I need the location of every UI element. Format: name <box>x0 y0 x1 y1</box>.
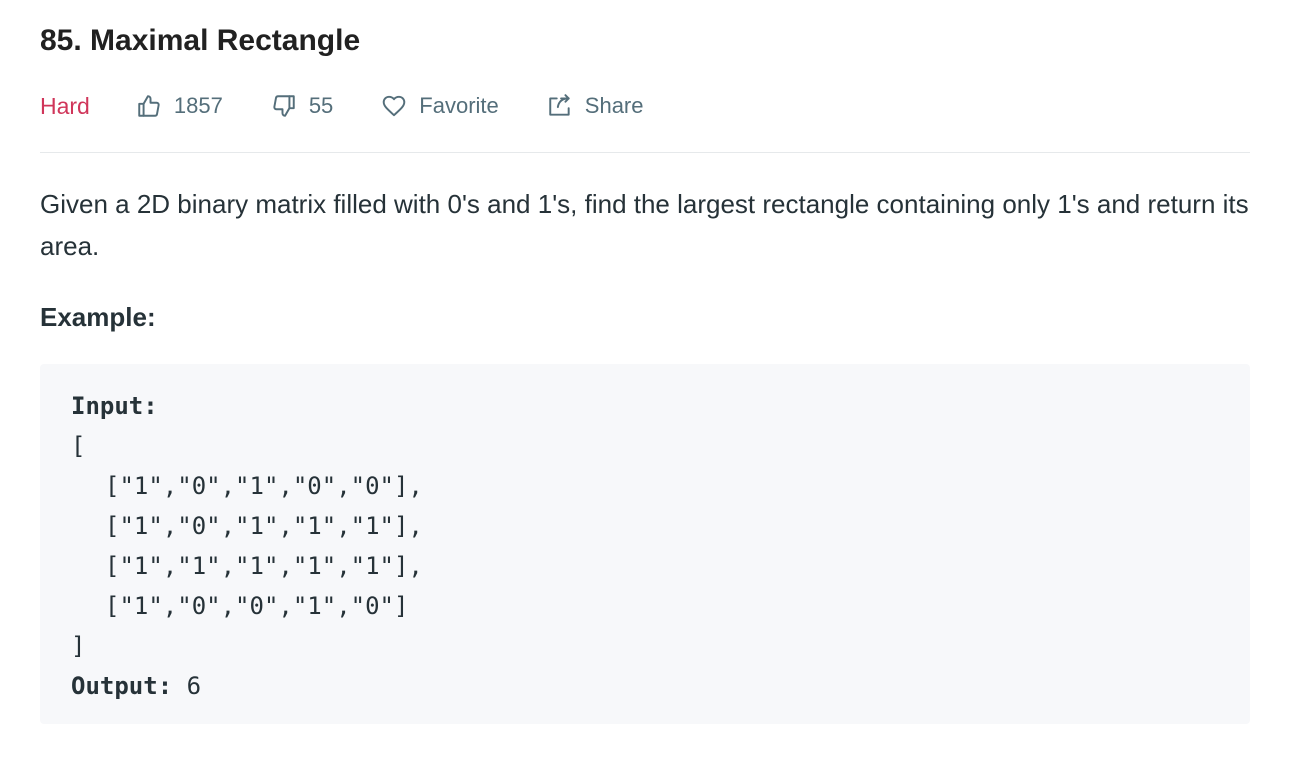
example-code-block: Input: [ ["1","0","1","0","0"], ["1","0",… <box>40 364 1250 724</box>
favorite-label: Favorite <box>419 93 499 118</box>
output-value: 6 <box>186 672 202 700</box>
matrix-row: ["1","1","1","1","1"], <box>105 552 423 580</box>
example-heading: Example: <box>40 302 156 332</box>
matrix-row: ["1","0","0","1","0"] <box>105 592 409 620</box>
favorite-button[interactable]: Favorite <box>381 93 499 119</box>
input-label: Input: <box>71 392 158 420</box>
thumbs-up-icon <box>138 95 160 117</box>
matrix-open-bracket: [ <box>71 432 86 460</box>
share-icon <box>549 94 570 116</box>
dislike-button[interactable]: 55 <box>271 93 333 119</box>
thumbs-down-icon <box>273 95 295 117</box>
dislike-count: 55 <box>308 93 334 118</box>
example-code: Input: [ ["1","0","1","0","0"], ["1","0",… <box>71 386 423 706</box>
matrix-row: ["1","0","1","1","1"], <box>105 512 423 540</box>
problem-description: Given a 2D binary matrix filled with 0's… <box>40 189 1249 261</box>
problem-meta-bar: Hard 1857 55 Favorite Share <box>40 86 692 126</box>
output-label: Output: <box>71 672 173 700</box>
matrix-row: ["1","0","1","0","0"], <box>105 472 423 500</box>
header-divider <box>40 152 1250 153</box>
difficulty-badge: Hard <box>40 92 90 119</box>
share-label: Share <box>584 93 644 118</box>
problem-page: 85. Maximal Rectangle Hard 1857 55 Favor… <box>0 0 1292 764</box>
like-button[interactable]: 1857 <box>136 93 223 119</box>
share-button[interactable]: Share <box>547 93 644 119</box>
problem-title: 85. Maximal Rectangle <box>40 24 361 57</box>
matrix-close-bracket: ] <box>71 632 86 660</box>
like-count: 1857 <box>173 93 223 118</box>
heart-icon <box>383 95 406 117</box>
